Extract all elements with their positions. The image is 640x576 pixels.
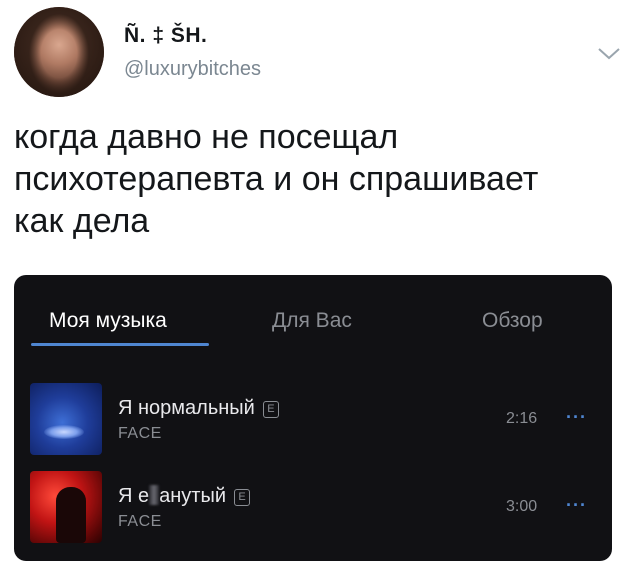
- avatar-shading: [14, 7, 104, 97]
- album-cover: [30, 383, 102, 455]
- music-app-screenshot: Моя музыка Для Вас Обзор Я нормальный E F…: [14, 275, 612, 561]
- tab-for-you[interactable]: Для Вас: [272, 309, 352, 333]
- album-cover: [30, 471, 102, 543]
- explicit-badge: E: [234, 489, 250, 506]
- tab-bar: Моя музыка Для Вас Обзор: [14, 275, 612, 355]
- track-artist: FACE: [118, 425, 162, 442]
- cover-art-detail: [56, 487, 86, 543]
- explicit-badge: E: [262, 401, 279, 418]
- cover-art-detail: [44, 425, 84, 439]
- tweet-line: как дела: [14, 202, 150, 240]
- more-options-button[interactable]: ···: [566, 495, 587, 516]
- track-duration: 2:16: [506, 410, 538, 427]
- tweet-line: психотерапевта и он спрашивает: [14, 160, 539, 198]
- user-handle[interactable]: @luxurybitches: [124, 58, 261, 81]
- more-options-button[interactable]: ···: [566, 407, 587, 428]
- chevron-down-icon[interactable]: [596, 44, 622, 62]
- track-row[interactable]: Я е анутый E FACE 3:00 ···: [14, 471, 612, 549]
- avatar[interactable]: [14, 7, 104, 97]
- tab-browse[interactable]: Обзор: [482, 309, 543, 333]
- track-title: Я е анутый E: [118, 485, 250, 508]
- track-title-end: анутый: [159, 485, 226, 507]
- track-title-text: Я нормальный: [118, 397, 255, 419]
- track-artist: FACE: [118, 513, 162, 530]
- active-tab-indicator: [31, 343, 209, 346]
- track-title-start: Я е: [118, 485, 150, 507]
- tab-my-music[interactable]: Моя музыка: [49, 309, 167, 333]
- track-row[interactable]: Я нормальный E FACE 2:16 ···: [14, 383, 612, 461]
- tweet-text: когда давно не посещал психотерапевта и …: [14, 116, 614, 242]
- censor-blur: [149, 485, 160, 505]
- track-title: Я нормальный E: [118, 397, 279, 420]
- display-name[interactable]: Ñ. ‡ ŠH.: [124, 24, 207, 48]
- tweet-line: когда давно не посещал: [14, 118, 399, 156]
- track-duration: 3:00: [506, 498, 538, 515]
